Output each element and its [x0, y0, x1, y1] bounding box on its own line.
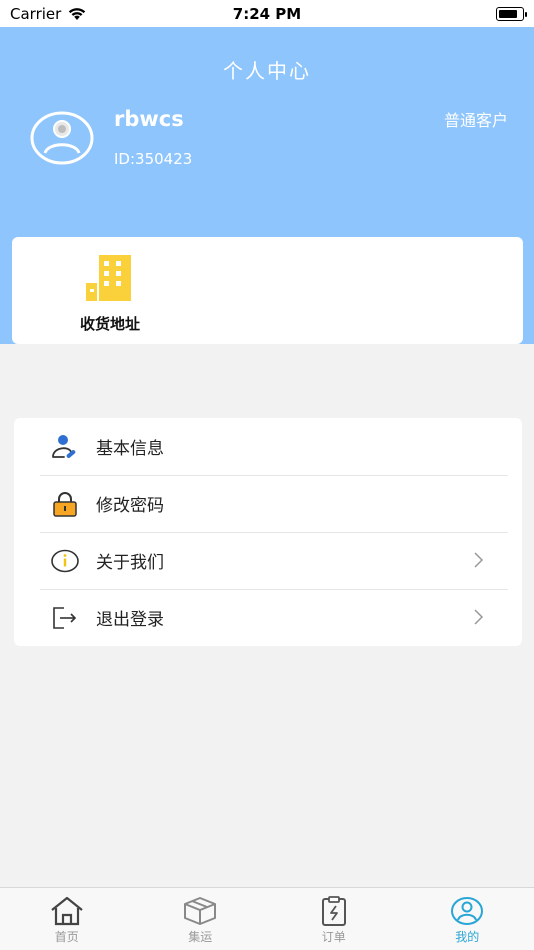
user-id: ID:350423	[114, 150, 193, 168]
tab-orders[interactable]: 订单	[267, 888, 401, 950]
home-icon	[51, 896, 83, 926]
wifi-icon	[69, 7, 86, 20]
tab-mine[interactable]: 我的	[401, 888, 534, 950]
menu-item-logout[interactable]: 退出登录	[14, 589, 522, 646]
menu-item-label: 退出登录	[96, 610, 164, 630]
chevron-right-icon	[474, 552, 484, 568]
shipping-address-label: 收货地址	[79, 315, 140, 333]
lock-icon	[50, 490, 80, 518]
menu-item-label: 关于我们	[96, 553, 164, 573]
box-icon	[184, 897, 217, 925]
user-level-badge: 普通客户	[443, 111, 508, 130]
user-edit-icon	[50, 433, 80, 461]
tab-label: 集运	[188, 930, 213, 944]
tab-home[interactable]: 首页	[0, 888, 134, 950]
username: rbwcs	[114, 107, 184, 131]
battery-icon	[496, 6, 527, 21]
menu-item-about-us[interactable]: 关于我们	[14, 532, 522, 589]
status-bar: Carrier 7:24 PM	[0, 0, 534, 27]
tab-label: 我的	[455, 930, 480, 944]
clipboard-icon	[321, 896, 346, 926]
logout-icon	[50, 604, 80, 632]
tab-label: 首页	[54, 930, 79, 944]
menu-item-basic-info[interactable]: 基本信息	[14, 418, 522, 475]
address-card: 收货地址	[12, 237, 523, 344]
chevron-right-icon	[474, 609, 484, 625]
building-icon	[86, 255, 131, 301]
profile-icon	[451, 897, 484, 925]
info-icon	[50, 547, 80, 575]
status-left: Carrier	[10, 5, 87, 23]
carrier-label: Carrier	[10, 4, 62, 23]
settings-menu: 基本信息 修改密码 关于我们 退出登录	[14, 418, 522, 646]
tab-label: 订单	[321, 930, 346, 944]
menu-item-label: 基本信息	[96, 439, 164, 459]
menu-item-change-password[interactable]: 修改密码	[14, 475, 522, 532]
menu-item-label: 修改密码	[96, 496, 164, 516]
tab-consolidation[interactable]: 集运	[134, 888, 268, 950]
tab-bar: 首页 集运 订单 我的	[0, 887, 534, 950]
page-title: 个人中心	[223, 59, 311, 83]
avatar-icon[interactable]	[30, 111, 94, 165]
shipping-address-button[interactable]: 收货地址	[67, 255, 153, 334]
